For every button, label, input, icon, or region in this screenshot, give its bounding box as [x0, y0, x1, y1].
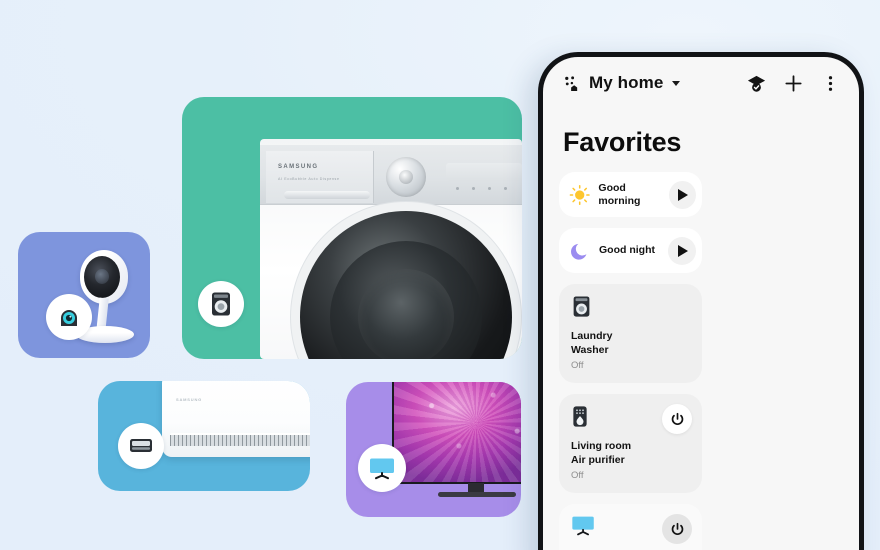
washer-icon-badge — [198, 281, 244, 327]
page-title: Favorites — [563, 127, 682, 157]
phone-mockup: My home Favorites Good morning Good nigh… — [538, 52, 864, 550]
scene-card-good-night[interactable]: Good night — [559, 228, 702, 273]
scene-name-label: Good night — [599, 244, 655, 257]
moon-icon — [571, 243, 587, 260]
washer-control-panel: SAMSUNG AI EcoBubble Auto Dispense — [260, 145, 522, 205]
air-purifier-icon — [573, 406, 587, 427]
washer-detergent-drawer: SAMSUNG AI EcoBubble Auto Dispense — [266, 151, 374, 203]
chevron-down-icon — [672, 80, 681, 86]
tv-content-texture — [394, 382, 521, 482]
power-toggle-button[interactable] — [662, 404, 692, 434]
app-bar: My home — [543, 57, 859, 109]
tv-icon — [572, 516, 594, 536]
smartthings-logo-icon — [565, 75, 578, 91]
device-card-washer[interactable]: Laundry Washer Off — [559, 284, 702, 383]
sun-icon — [569, 184, 590, 205]
scene-name-label: Good morning — [598, 182, 641, 207]
air-conditioner-icon-badge — [118, 423, 164, 469]
device-room-label: Laundry — [571, 330, 613, 343]
washer-icon — [212, 292, 230, 316]
power-toggle-button[interactable] — [662, 514, 692, 544]
layers-icon[interactable] — [746, 73, 767, 94]
home-name-label: My home — [589, 73, 664, 92]
device-card-air-purifier[interactable]: Living room Air purifier Off — [559, 394, 702, 493]
play-icon — [678, 244, 688, 257]
app-bar-actions — [746, 73, 841, 94]
camera-icon-badge — [46, 294, 92, 340]
washer-brand-label: SAMSUNG — [278, 164, 319, 170]
washer-dial-knob — [386, 157, 426, 197]
air-conditioner-icon — [130, 439, 152, 452]
power-icon — [671, 522, 683, 535]
camera-lens-illustration — [84, 256, 120, 298]
air-conditioner-vent — [170, 433, 310, 449]
screenshot-canvas: SAMSUNG AI EcoBubble Auto Dispense SAMSU… — [0, 0, 880, 550]
smart-camera-tile[interactable] — [18, 232, 150, 358]
air-conditioner-illustration: SAMSUNG — [162, 381, 310, 457]
washer-drawer-handle — [284, 191, 370, 199]
device-name-label: Air purifier — [571, 453, 625, 466]
scene-run-button[interactable] — [668, 180, 696, 209]
washer-model-label: AI EcoBubble Auto Dispense — [278, 177, 340, 181]
tv-stand-foot — [438, 492, 516, 497]
power-icon — [671, 412, 683, 425]
washer-button-dot — [488, 187, 491, 190]
washer-icon — [573, 296, 590, 317]
scene-card-good-morning[interactable]: Good morning — [559, 172, 702, 217]
samsung-tv-tile[interactable] — [346, 382, 521, 517]
air-conditioner-brand-label: SAMSUNG — [176, 397, 203, 402]
plus-icon[interactable] — [783, 73, 804, 94]
washer-button-dot — [504, 187, 507, 190]
phone-screen: My home Favorites Good morning Good nigh… — [543, 57, 859, 550]
more-vertical-icon[interactable] — [820, 73, 841, 94]
washer-display-panel — [446, 163, 522, 181]
device-card-text: Living room Air purifier Off — [571, 440, 631, 483]
air-conditioner-tile[interactable]: SAMSUNG — [98, 381, 310, 491]
washer-door-illustration — [300, 211, 512, 359]
play-icon — [678, 188, 689, 201]
device-room-label: Living room — [571, 440, 632, 453]
home-selector[interactable]: My home — [563, 73, 681, 93]
tv-icon — [370, 458, 394, 480]
device-name-label: Washer — [571, 343, 609, 356]
camera-body-illustration — [80, 250, 128, 304]
favorites-grid: Good morning Good night Laundry Washer O… — [543, 172, 859, 550]
tv-screen-illustration — [392, 382, 521, 484]
washer-button-dot — [456, 187, 459, 190]
device-card-samsung-tv[interactable]: Living room Samsung TV On — [559, 504, 702, 550]
device-card-text: Laundry Washer Off — [571, 330, 612, 373]
tv-icon-badge — [358, 444, 406, 492]
washer-button-dot — [472, 187, 475, 190]
device-status-label: Off — [571, 359, 584, 371]
camera-icon — [61, 310, 77, 326]
device-card-header — [571, 295, 691, 318]
washer-photo: SAMSUNG AI EcoBubble Auto Dispense — [260, 139, 522, 359]
device-status-label: Off — [571, 469, 584, 481]
scene-run-button[interactable] — [668, 236, 696, 265]
samsung-washer-tile[interactable]: SAMSUNG AI EcoBubble Auto Dispense — [182, 97, 522, 359]
